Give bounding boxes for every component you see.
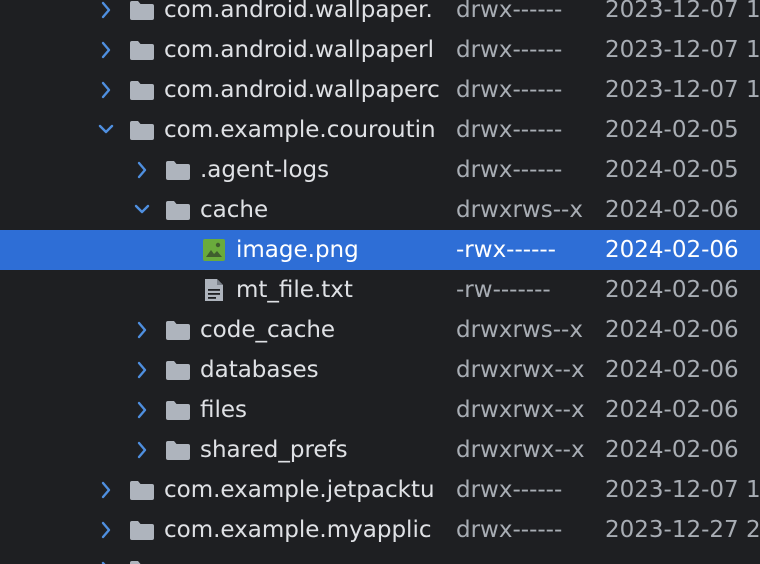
file-date: 2023-12-07 1 [605,477,760,503]
file-permissions: drwx------ [456,157,563,183]
text-file-icon [201,278,227,302]
file-name: cache [200,197,269,223]
file-permissions: drwxrws--x [456,317,583,343]
tree-folder-row[interactable]: cache drwxrws--x 2024-02-06 [0,190,760,230]
file-date: 2024-02-06 [605,277,739,303]
tree-folder-row[interactable]: com.example.myapplic drwx------ 2023-12-27… [0,510,760,550]
file-date: 2024-02-05 [605,117,739,143]
file-name: com.example.couroutin [164,117,436,143]
file-name: code_cache [200,317,336,343]
file-permissions: -rw------- [456,277,551,303]
file-permissions: drwx------ [456,517,563,543]
file-permissions: drwx------ [456,37,563,63]
file-permissions: -rwx------ [456,237,556,263]
tree-folder-row[interactable]: com.example.jetpacktu drwx------ 2023-12-0… [0,470,760,510]
folder-icon [129,478,155,502]
folder-icon [129,78,155,102]
folder-icon [129,558,155,564]
chevron-down-icon[interactable] [132,199,152,221]
file-name: image.png [236,237,359,263]
file-name: com.android.wallpaperl [164,37,435,63]
file-date: 2023-12-07 1 [605,77,760,103]
file-name: com.example.jetpacktu [164,477,435,503]
chevron-right-icon[interactable] [96,39,116,61]
file-name: .agent-logs [200,157,330,183]
tree-file-row[interactable]: image.png -rwx------ 2024-02-06 [0,230,760,270]
file-permissions: drwxrws--x [456,197,583,223]
file-date: 2023-12-07 1 [605,0,760,23]
chevron-right-icon[interactable] [96,479,116,501]
folder-icon [165,398,191,422]
file-date: 2024-02-06 [605,317,739,343]
chevron-right-icon[interactable] [96,559,116,564]
chevron-down-icon[interactable] [96,119,116,141]
file-permissions: drwx------ [456,77,563,103]
tree-folder-row[interactable]: code_cache drwxrws--x 2024-02-06 [0,310,760,350]
tree-folder-row[interactable]: com.android.wallpaperl drwx------ 2023-12-… [0,30,760,70]
chevron-right-icon[interactable] [132,159,152,181]
folder-icon [165,318,191,342]
file-name: files [200,397,248,423]
chevron-right-icon[interactable] [132,399,152,421]
file-permissions: drwxrwx--x [456,397,585,423]
file-date: 2024-02-06 [605,437,739,463]
file-date: 2024-02-06 [605,237,739,263]
file-date: 2024-02-06 [605,197,739,223]
file-name: databases [200,357,319,383]
chevron-right-icon[interactable] [132,319,152,341]
file-permissions: drwxrwx--x [456,437,585,463]
file-date: 2024-02-06 [605,357,739,383]
tree-folder-row[interactable]: com.android.wallpaper. drwx------ 2023-12-… [0,0,760,30]
file-name: mt_file.txt [236,277,353,303]
folder-icon [165,358,191,382]
chevron-right-icon[interactable] [132,359,152,381]
folder-icon [129,118,155,142]
tree-folder-row[interactable]: databases drwxrwx--x 2024-02-06 [0,350,760,390]
file-date: 2024-02-05 [605,157,739,183]
tree-folder-row[interactable] [0,550,760,564]
tree-folder-row[interactable]: shared_prefs drwxrwx--x 2024-02-06 [0,430,760,470]
file-date: 2023-12-27 2 [605,517,760,543]
file-name: com.example.myapplic [164,517,432,543]
tree-folder-row[interactable]: com.example.couroutin drwx------ 2024-02-0… [0,110,760,150]
chevron-right-icon[interactable] [96,519,116,541]
tree-folder-row[interactable]: files drwxrwx--x 2024-02-06 [0,390,760,430]
file-tree: com.android.wallpaper. drwx------ 2023-12-… [0,0,760,564]
folder-icon [129,38,155,62]
file-date: 2024-02-06 [605,397,739,423]
chevron-right-icon[interactable] [96,79,116,101]
tree-file-row[interactable]: mt_file.txt -rw------- 2024-02-06 [0,270,760,310]
file-permissions: drwx------ [456,0,563,23]
file-permissions: drwx------ [456,477,563,503]
file-name: shared_prefs [200,437,348,463]
file-name: com.android.wallpaperc [164,77,440,103]
image-file-icon [201,238,227,262]
folder-icon [129,518,155,542]
folder-icon [165,438,191,462]
tree-folder-row[interactable]: com.android.wallpaperc drwx------ 2023-12-… [0,70,760,110]
file-date: 2023-12-07 1 [605,37,760,63]
folder-icon [165,198,191,222]
file-name: com.android.wallpaper. [164,0,433,23]
chevron-right-icon[interactable] [96,0,116,21]
tree-folder-row[interactable]: .agent-logs drwx------ 2024-02-05 [0,150,760,190]
file-permissions: drwxrwx--x [456,357,585,383]
file-permissions: drwx------ [456,117,563,143]
folder-icon [129,0,155,22]
folder-icon [165,158,191,182]
chevron-right-icon[interactable] [132,439,152,461]
